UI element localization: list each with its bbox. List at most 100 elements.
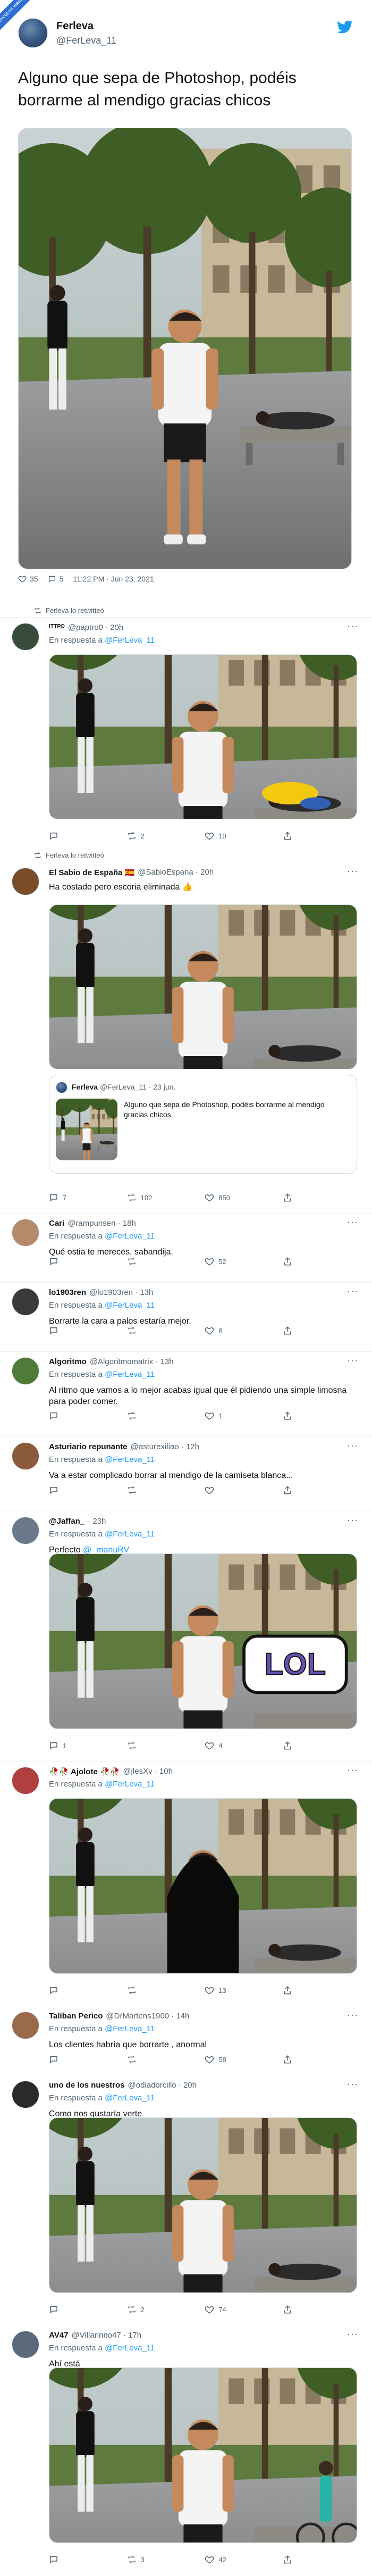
avatar[interactable] <box>12 1767 39 1794</box>
more-icon[interactable]: ··· <box>347 866 358 877</box>
author-meta[interactable]: @DrMartens1900 · 14h <box>106 2012 189 2021</box>
avatar[interactable] <box>12 1357 39 1385</box>
author-name[interactable]: Ferleva <box>56 20 94 32</box>
like-button[interactable]: 74 <box>205 2305 236 2314</box>
quoted-tweet[interactable]: Ferleva @FerLeva_11 · 23 jun. Alguno que … <box>49 1075 357 1174</box>
tweet-timestamp[interactable]: 11:22 PM · Jun 23, 2021 <box>73 575 154 583</box>
tweet-photo[interactable]: LOL <box>49 1553 357 1729</box>
avatar[interactable] <box>12 2081 39 2108</box>
retweet-button[interactable]: 102 <box>127 1193 159 1202</box>
author-name[interactable]: AV47 <box>49 2331 68 2340</box>
reply-to-mention[interactable]: @FerLeva_11 <box>105 2093 155 2103</box>
like-button[interactable]: 4 <box>205 1741 236 1750</box>
author-name[interactable]: Asturiario repunante <box>49 1442 128 1451</box>
retweet-button[interactable] <box>127 1985 159 1995</box>
author-meta[interactable]: @SabioEspana · 20h <box>138 868 214 877</box>
reply-button[interactable] <box>49 1485 81 1495</box>
retweet-button[interactable] <box>127 1741 159 1750</box>
avatar[interactable] <box>12 1219 39 1247</box>
reply-button[interactable] <box>49 1985 81 1995</box>
tweet-photo[interactable] <box>49 2117 357 2293</box>
avatar[interactable] <box>12 1288 39 1316</box>
like-button[interactable]: 1 <box>205 1411 236 1420</box>
retweet-stat[interactable]: 5 <box>48 575 63 583</box>
author-meta[interactable]: @paptro0 · 20h <box>68 623 123 632</box>
share-button[interactable] <box>283 2555 315 2564</box>
twitter-bird-icon[interactable] <box>337 20 353 34</box>
avatar[interactable] <box>12 868 39 895</box>
share-button[interactable] <box>283 1741 315 1750</box>
author-name[interactable]: Cari <box>49 1219 64 1228</box>
like-button[interactable]: 42 <box>205 2555 236 2564</box>
more-icon[interactable]: ··· <box>347 1217 358 1228</box>
author-name[interactable]: @Jaffan_ <box>49 1517 84 1526</box>
tweet-photo[interactable] <box>18 128 352 569</box>
retweet-button[interactable] <box>127 1485 159 1495</box>
reply-button[interactable] <box>49 1411 81 1420</box>
author-meta[interactable]: @asturexiliao · 12h <box>131 1442 199 1451</box>
share-button[interactable] <box>283 831 315 841</box>
like-button[interactable] <box>205 1485 236 1495</box>
retweet-button[interactable] <box>127 1411 159 1420</box>
author-meta[interactable]: @lo1903ren · 13h <box>89 1288 153 1297</box>
reply-to-mention[interactable]: @FerLeva_11 <box>105 1301 155 1310</box>
like-stat[interactable]: 35 <box>18 575 38 583</box>
more-icon[interactable]: ··· <box>347 2329 358 2340</box>
author-name[interactable]: uno de los nuestros <box>49 2081 125 2090</box>
author-name[interactable]: Algoritmo <box>49 1357 87 1366</box>
reply-to-mention[interactable]: @FerLeva_11 <box>105 1370 155 1379</box>
reply-to-mention[interactable]: @FerLeva_11 <box>105 1780 155 1789</box>
author-meta[interactable]: @jlesXv · 10h <box>123 1767 173 1776</box>
avatar[interactable] <box>12 2331 39 2358</box>
like-button[interactable]: 13 <box>205 1985 236 1995</box>
retweet-button[interactable] <box>127 1326 159 1335</box>
more-icon[interactable]: ··· <box>347 1515 358 1526</box>
share-button[interactable] <box>283 1193 315 1202</box>
reply-button[interactable] <box>49 2555 81 2564</box>
share-button[interactable] <box>283 1326 315 1335</box>
tweet-photo[interactable] <box>49 2367 357 2543</box>
more-icon[interactable]: ··· <box>347 621 358 632</box>
author-name[interactable]: Taliban Perico <box>49 2012 103 2021</box>
author-meta[interactable]: @Algoritmomatrix · 13h <box>90 1357 174 1366</box>
more-icon[interactable]: ··· <box>347 1286 358 1297</box>
avatar[interactable] <box>12 2012 39 2039</box>
reply-to-mention[interactable]: @FerLeva_11 <box>105 636 155 645</box>
reply-button[interactable] <box>49 1257 81 1266</box>
share-button[interactable] <box>283 2305 315 2314</box>
retweet-button[interactable]: 2 <box>127 2305 159 2314</box>
share-button[interactable] <box>283 2055 315 2064</box>
author-meta[interactable]: @Villarinno47 · 17h <box>71 2331 141 2340</box>
reply-to-mention[interactable]: @FerLeva_11 <box>105 1530 155 1539</box>
avatar[interactable] <box>12 1442 39 1470</box>
reply-to-mention[interactable]: @FerLeva_11 <box>105 2344 155 2353</box>
retweet-button[interactable]: 3 <box>127 2555 159 2564</box>
avatar[interactable] <box>12 1517 39 1544</box>
reply-button[interactable] <box>49 2055 81 2064</box>
reply-button[interactable] <box>49 831 81 841</box>
like-button[interactable]: 58 <box>205 2055 236 2064</box>
author-name[interactable]: El Sabio de España 🇪🇸 <box>49 868 134 877</box>
retweet-button[interactable]: 2 <box>127 831 159 841</box>
reply-to-mention[interactable]: @FerLeva_11 <box>105 2024 155 2033</box>
share-button[interactable] <box>283 1485 315 1495</box>
like-button[interactable]: 8 <box>205 1326 236 1335</box>
share-button[interactable] <box>283 1411 315 1420</box>
author-meta[interactable]: @rampunsen · 18h <box>67 1219 136 1228</box>
avatar[interactable] <box>18 18 48 48</box>
more-icon[interactable]: ··· <box>347 1440 358 1451</box>
like-button[interactable]: 850 <box>205 1193 236 1202</box>
tweet-photo[interactable] <box>49 904 357 1069</box>
avatar[interactable] <box>12 623 39 651</box>
share-button[interactable] <box>283 1257 315 1266</box>
like-button[interactable]: 52 <box>205 1257 236 1266</box>
reply-button[interactable] <box>49 2305 81 2314</box>
author-name[interactable]: ᴵᵀᵀᴾᴼ <box>49 623 65 632</box>
more-icon[interactable]: ··· <box>347 2079 358 2090</box>
more-icon[interactable]: ··· <box>347 1765 358 1776</box>
reply-to-mention[interactable]: @FerLeva_11 <box>105 1232 155 1241</box>
more-icon[interactable]: ··· <box>347 1355 358 1366</box>
author-meta[interactable]: @odiadorcillo · 20h <box>128 2081 197 2090</box>
like-button[interactable]: 10 <box>205 831 236 841</box>
tweet-photo[interactable] <box>49 654 357 819</box>
